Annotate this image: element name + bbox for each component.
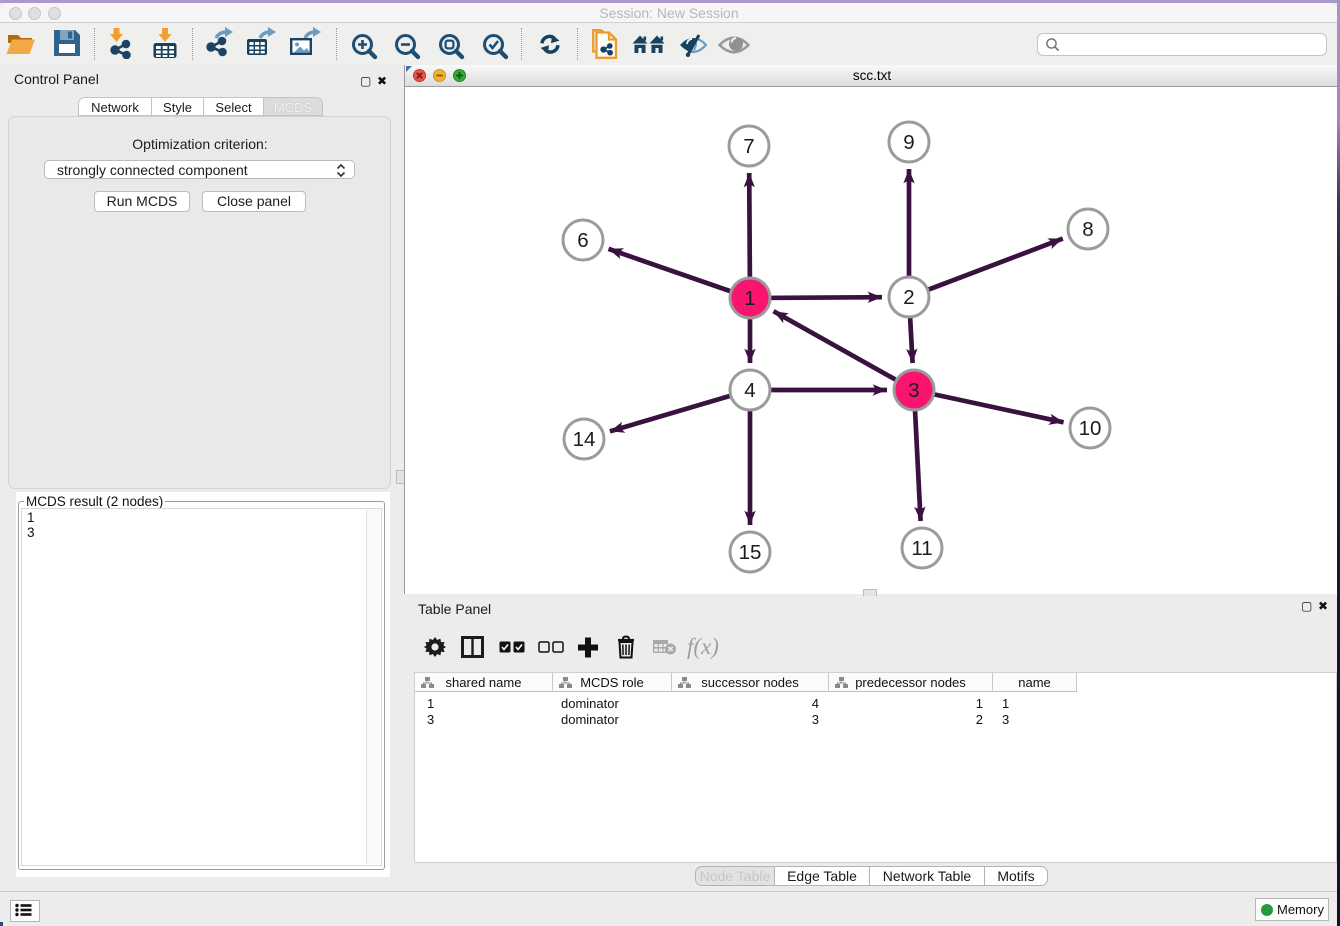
svg-text:8: 8 xyxy=(1082,218,1093,241)
svg-text:7: 7 xyxy=(743,135,754,158)
svg-text:14: 14 xyxy=(573,428,596,451)
svg-text:6: 6 xyxy=(577,229,588,252)
svg-text:2: 2 xyxy=(903,286,914,309)
svg-text:1: 1 xyxy=(744,287,755,310)
svg-text:10: 10 xyxy=(1079,417,1102,440)
svg-text:3: 3 xyxy=(908,379,919,402)
svg-text:11: 11 xyxy=(911,537,932,560)
svg-text:15: 15 xyxy=(739,541,762,564)
svg-text:4: 4 xyxy=(744,379,755,402)
svg-text:9: 9 xyxy=(903,131,914,154)
